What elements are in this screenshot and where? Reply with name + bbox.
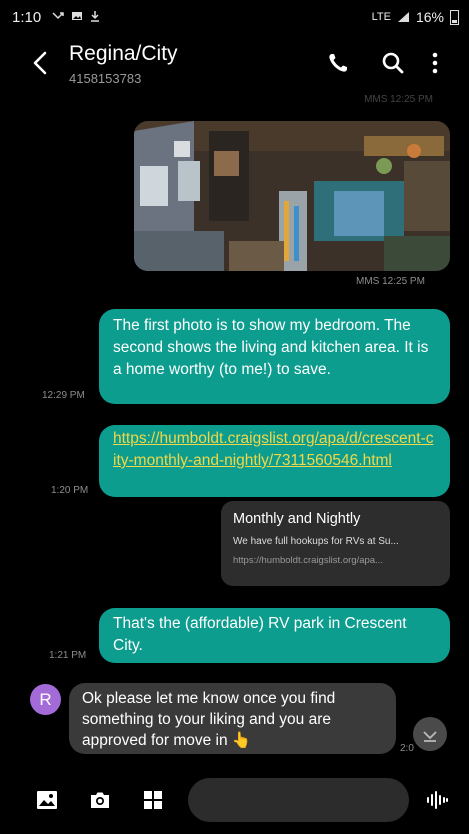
compose-bar bbox=[0, 770, 469, 834]
craigslist-link[interactable]: https://humboldt.craigslist.org/apa/d/cr… bbox=[113, 430, 433, 469]
incoming-message[interactable]: Ok please let me know once you find some… bbox=[69, 683, 396, 754]
phone-call-icon[interactable] bbox=[325, 50, 351, 76]
back-arrow-icon[interactable] bbox=[26, 48, 56, 78]
missed-call-icon bbox=[52, 12, 64, 20]
mms-photo[interactable] bbox=[134, 121, 450, 271]
photo-timestamp: MMS 12:25 PM bbox=[356, 276, 425, 287]
message-text: Ok please let me know once you find some… bbox=[82, 690, 336, 749]
message-time: 1:20 PM bbox=[51, 485, 89, 496]
message-time: 1:21 PM bbox=[49, 650, 87, 661]
conversation-header: Regina/City 4158153783 bbox=[0, 36, 469, 94]
contact-name: Regina/City bbox=[69, 42, 178, 65]
message-time: 2:0 bbox=[400, 743, 414, 754]
battery-icon bbox=[450, 9, 459, 25]
message-text: The first photo is to show my bedroom. T… bbox=[113, 317, 429, 378]
camera-icon[interactable] bbox=[88, 788, 112, 812]
arrow-down-icon bbox=[423, 731, 437, 742]
contact-avatar[interactable]: R bbox=[30, 684, 61, 715]
battery-percent: 16% bbox=[415, 9, 444, 25]
outgoing-message[interactable]: The first photo is to show my bedroom. T… bbox=[99, 309, 450, 404]
more-options-icon[interactable] bbox=[422, 50, 448, 76]
voice-record-icon[interactable] bbox=[425, 788, 449, 812]
image-icon bbox=[71, 12, 82, 20]
status-time: 1:10 bbox=[12, 9, 42, 26]
outgoing-link-message[interactable]: https://humboldt.craigslist.org/apa/d/cr… bbox=[99, 425, 450, 497]
link-preview-card[interactable]: Monthly and Nightly We have full hookups… bbox=[221, 501, 450, 586]
apps-grid-icon[interactable] bbox=[141, 788, 165, 812]
previous-message-time: MMS 12:25 PM bbox=[364, 94, 433, 105]
contact-phone-number: 4158153783 bbox=[69, 71, 142, 86]
network-type: LTE bbox=[371, 11, 391, 23]
outgoing-message[interactable]: That's the (affordable) RV park in Cresc… bbox=[99, 608, 450, 663]
preview-description: We have full hookups for RVs at Su... bbox=[233, 536, 399, 547]
message-text: That's the (affordable) RV park in Cresc… bbox=[113, 615, 407, 654]
gallery-icon[interactable] bbox=[35, 788, 59, 812]
preview-url: https://humboldt.craigslist.org/apa... bbox=[233, 555, 383, 566]
message-time: 12:29 PM bbox=[42, 390, 85, 401]
scroll-to-bottom-button[interactable] bbox=[413, 717, 447, 751]
room-photo-image bbox=[134, 121, 450, 271]
search-icon[interactable] bbox=[380, 50, 406, 76]
status-bar: 1:10 LTE 16% bbox=[0, 0, 469, 36]
signal-icon bbox=[397, 12, 409, 22]
download-icon bbox=[91, 11, 100, 22]
notification-icons bbox=[52, 10, 101, 25]
preview-title: Monthly and Nightly bbox=[233, 511, 361, 527]
message-input[interactable] bbox=[188, 778, 409, 822]
